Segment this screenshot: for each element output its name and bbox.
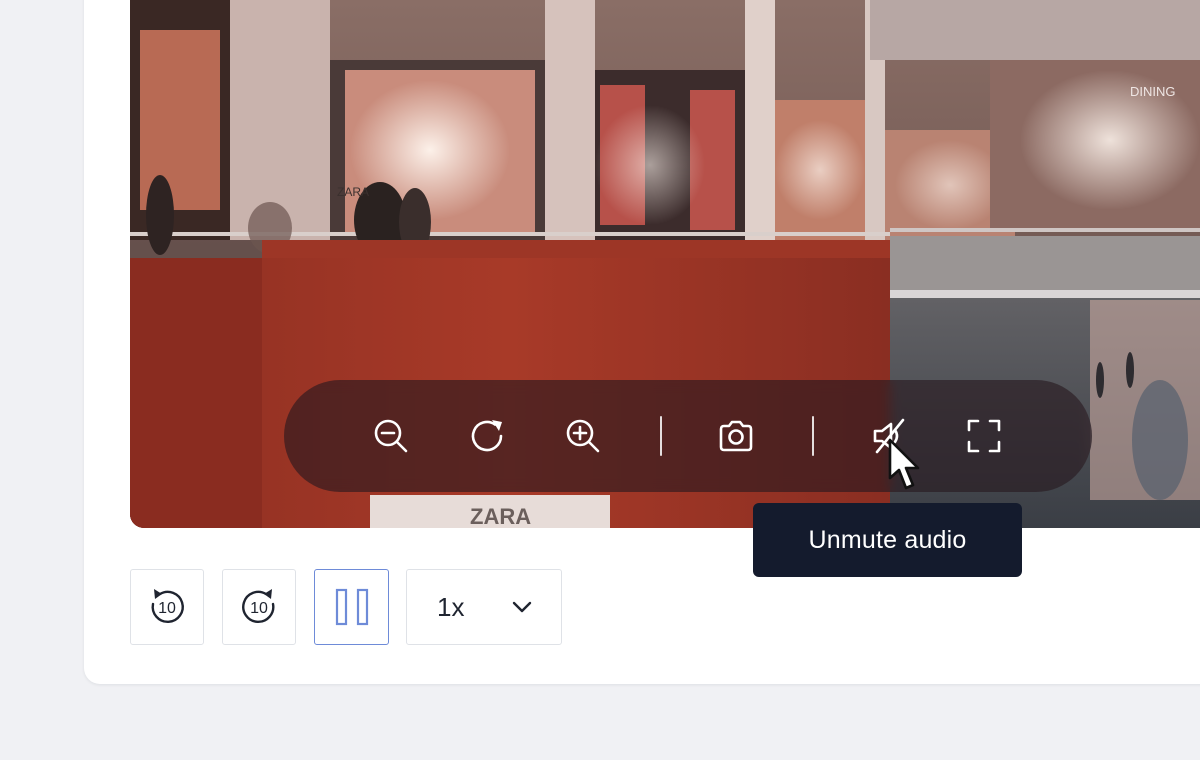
snapshot-button[interactable]: [713, 413, 759, 459]
rotate-button[interactable]: [465, 413, 511, 459]
toolbar-separator: [660, 416, 662, 456]
forward-10-label: 10: [250, 600, 268, 617]
zoom-out-icon: [374, 419, 408, 453]
tooltip-text: Unmute audio: [808, 525, 967, 554]
unmute-tooltip: Unmute audio: [753, 503, 1022, 577]
forward-10-button[interactable]: 10: [222, 569, 296, 645]
forward-10-icon: 10: [242, 589, 275, 624]
zoom-in-icon: [566, 419, 600, 453]
storefront-sign-bottom: ZARA: [470, 504, 531, 528]
pause-button[interactable]: [314, 569, 389, 645]
storefront-sign-dining: DINING: [1130, 84, 1176, 99]
rotate-icon: [471, 420, 503, 452]
rewind-10-label: 10: [158, 600, 176, 617]
storefront-sign-upper: ZARA: [337, 185, 369, 199]
camera-icon: [719, 420, 753, 452]
chevron-down-icon: [512, 601, 532, 613]
rewind-10-button[interactable]: 10: [130, 569, 204, 645]
toolbar-separator: [812, 416, 814, 456]
zoom-out-button[interactable]: [368, 413, 414, 459]
mouse-cursor-icon: [888, 438, 920, 490]
zoom-in-button[interactable]: [560, 413, 606, 459]
fullscreen-button[interactable]: [961, 413, 1007, 459]
app-stage: ZARA ZARA DINING Unmute audio 10 10 1x: [0, 0, 1200, 760]
pause-icon: [335, 588, 368, 626]
playback-speed-value: 1x: [437, 591, 465, 622]
rewind-10-icon: 10: [151, 589, 184, 624]
playback-speed-select[interactable]: 1x: [406, 569, 562, 645]
fullscreen-icon: [967, 419, 1001, 453]
